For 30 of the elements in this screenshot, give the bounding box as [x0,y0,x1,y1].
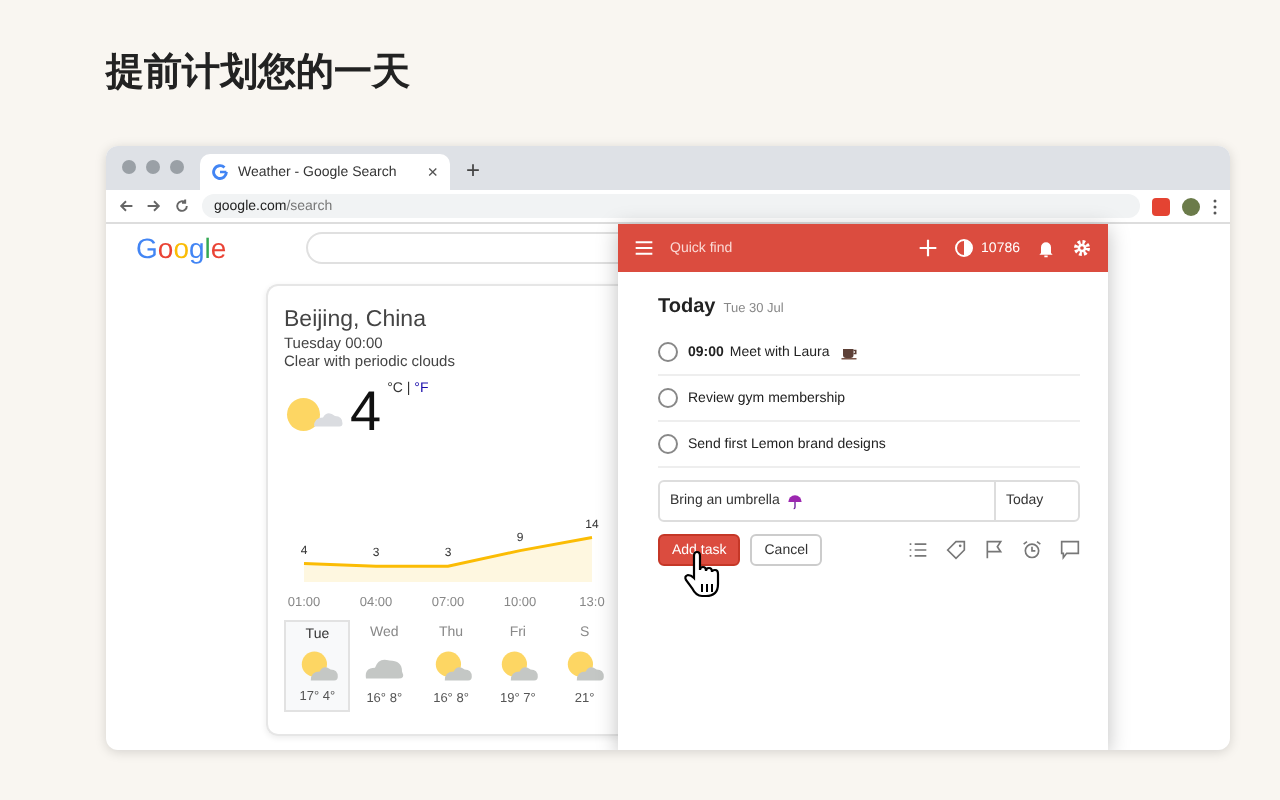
tag-icon[interactable] [946,540,966,560]
close-tab-button[interactable]: × [427,162,438,182]
karma-icon[interactable] [953,238,974,258]
coffee-cup-icon [839,344,858,360]
sun-cloud-icon [562,648,607,684]
task-checkbox[interactable] [658,434,678,454]
section-title: Today [658,296,716,318]
umbrella-icon [785,493,804,509]
forward-icon[interactable] [146,198,162,214]
weather-location: Beijing, China [284,306,428,334]
google-logo: Google [136,232,227,264]
add-icon[interactable] [917,238,938,258]
google-icon [212,164,228,180]
page-heading: 提前计划您的一天 [106,48,412,96]
reload-icon[interactable] [174,198,190,214]
temperature: 4 [350,382,382,442]
bell-icon[interactable] [1036,238,1056,258]
comment-icon[interactable] [1060,540,1080,560]
avatar-icon[interactable] [1182,197,1200,215]
new-tab-button[interactable]: + [466,156,481,184]
flag-icon[interactable] [984,540,1004,560]
settings-icon[interactable] [1072,238,1092,258]
task-checkbox[interactable] [658,342,678,362]
back-icon[interactable] [118,198,134,214]
extension-icon[interactable] [1152,197,1170,215]
menu-icon[interactable] [634,238,654,258]
alarm-clock-icon[interactable] [1022,540,1042,560]
menu-icon[interactable] [1212,197,1218,215]
task-checkbox[interactable] [658,388,678,408]
list-icon[interactable] [908,540,928,560]
